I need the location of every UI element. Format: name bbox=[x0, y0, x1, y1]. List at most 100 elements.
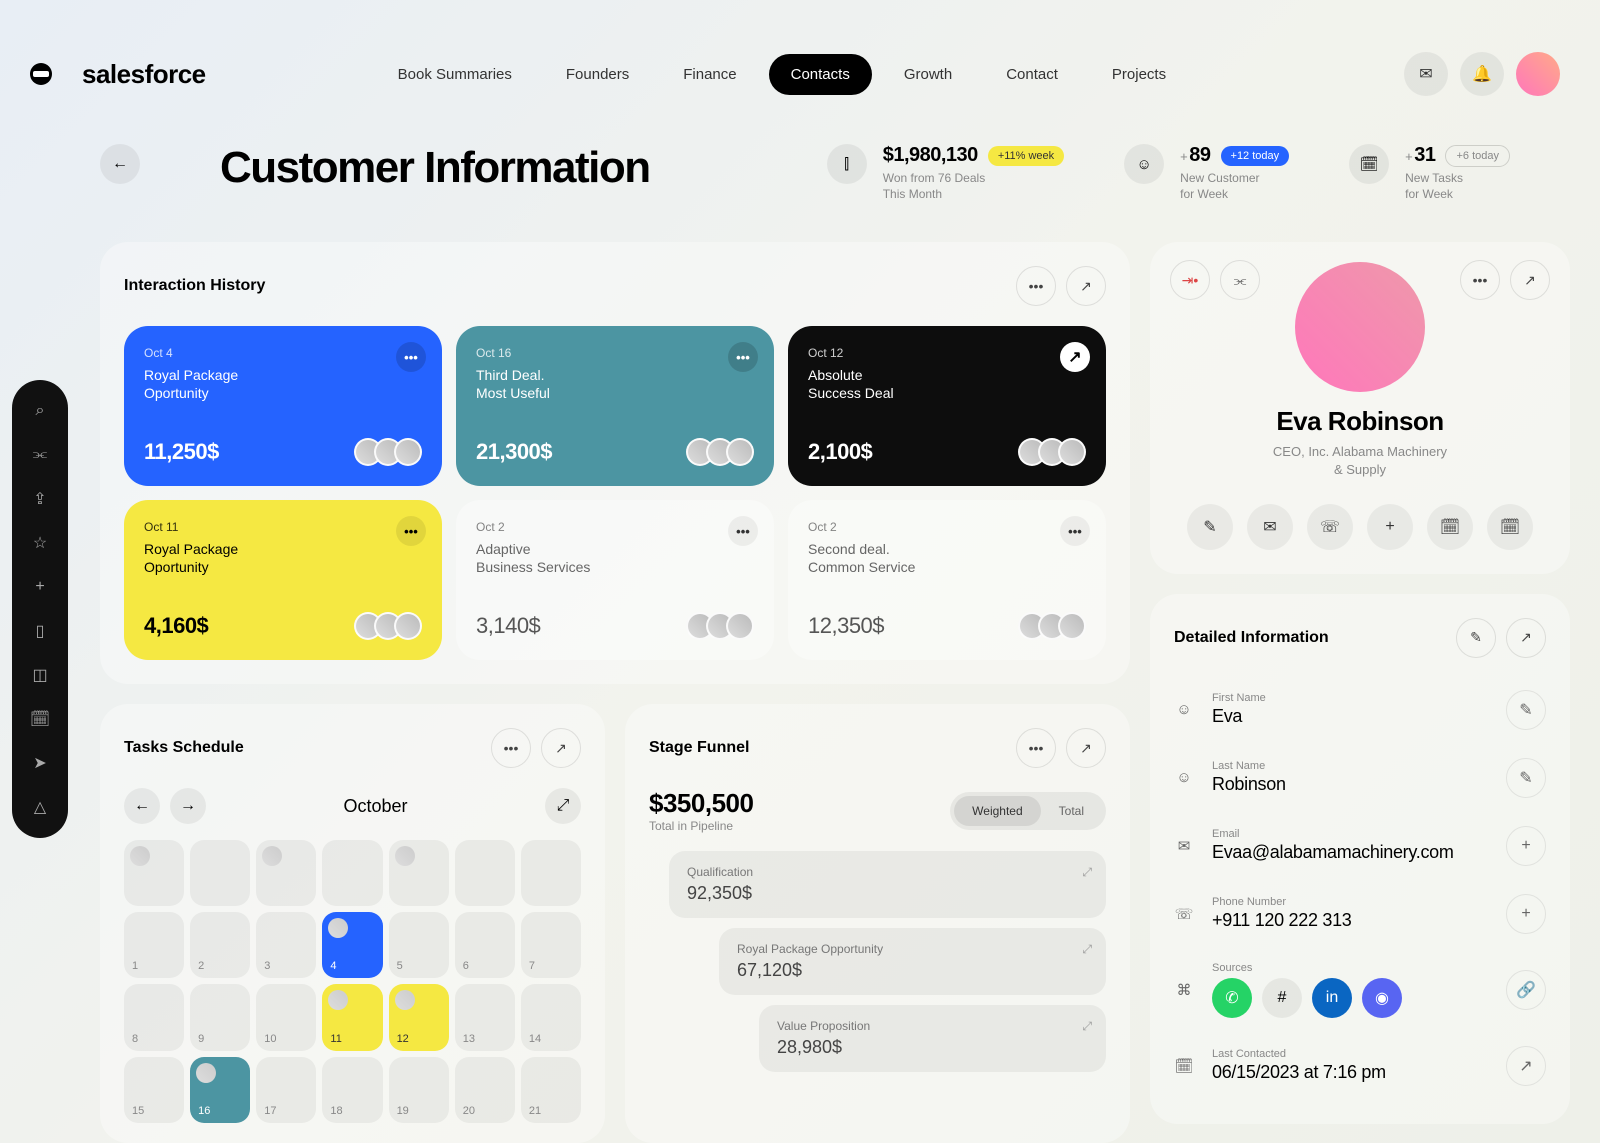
deal-card[interactable]: ••• Oct 2 AdaptiveBusiness Services 3,14… bbox=[456, 500, 774, 660]
deal-card[interactable]: ↗ Oct 12 AbsoluteSuccess Deal 2,100$ bbox=[788, 326, 1106, 486]
calendar-cell[interactable]: 1 bbox=[124, 912, 184, 978]
calendar-cell[interactable]: 21 bbox=[521, 1057, 581, 1123]
send-icon[interactable]: ➤ bbox=[29, 752, 51, 774]
calendar-cell[interactable]: 4 bbox=[322, 912, 382, 978]
calendar-cell[interactable]: 18 bbox=[322, 1057, 382, 1123]
share-icon[interactable]: ⫘ bbox=[29, 444, 51, 466]
calendar-icon[interactable]: 🗓 bbox=[29, 708, 51, 730]
panel-more-button[interactable]: ••• bbox=[491, 728, 531, 768]
discord-icon[interactable]: ◉ bbox=[1362, 978, 1402, 1018]
deal-card[interactable]: ••• Oct 4 Royal PackageOportunity 11,250… bbox=[124, 326, 442, 486]
calendar-cell[interactable]: 8 bbox=[124, 984, 184, 1050]
panel-expand-button[interactable]: ↗ bbox=[1506, 618, 1546, 658]
merge-button[interactable]: ⇥• bbox=[1170, 260, 1210, 300]
calendar-cell[interactable]: 2 bbox=[190, 912, 250, 978]
funnel-item[interactable]: ⤢ Royal Package Opportunity 67,120$ bbox=[719, 928, 1106, 995]
calendar-cell[interactable]: 19 bbox=[389, 1057, 449, 1123]
edit-button[interactable]: ✎ bbox=[1187, 504, 1233, 550]
db-icon[interactable]: ◫ bbox=[29, 664, 51, 686]
schedule-button[interactable]: 🗓 bbox=[1427, 504, 1473, 550]
nav-growth[interactable]: Growth bbox=[882, 54, 974, 95]
flask-icon[interactable]: △ bbox=[29, 796, 51, 818]
share-button[interactable]: ⫘ bbox=[1220, 260, 1260, 300]
deal-people bbox=[1018, 438, 1086, 466]
panel-expand-button[interactable]: ↗ bbox=[1510, 260, 1550, 300]
nav-projects[interactable]: Projects bbox=[1090, 54, 1188, 95]
toggle-weighted[interactable]: Weighted bbox=[954, 796, 1040, 826]
calendar-cell[interactable]: 13 bbox=[455, 984, 515, 1050]
calendar-cell[interactable] bbox=[256, 840, 316, 906]
calendar-cell[interactable]: 11 bbox=[322, 984, 382, 1050]
deal-card[interactable]: ••• Oct 11 Royal PackageOportunity 4,160… bbox=[124, 500, 442, 660]
slack-icon[interactable]: # bbox=[1262, 978, 1302, 1018]
calendar-cell[interactable]: 16 bbox=[190, 1057, 250, 1123]
panel-expand-button[interactable]: ↗ bbox=[1066, 266, 1106, 306]
mail-icon[interactable]: ✉ bbox=[1404, 52, 1448, 96]
calendar-cell[interactable]: 9 bbox=[190, 984, 250, 1050]
detail-action-button[interactable]: 🔗 bbox=[1506, 970, 1546, 1010]
bell-icon[interactable]: 🔔 bbox=[1460, 52, 1504, 96]
expand-icon[interactable]: ⤢ bbox=[1082, 865, 1092, 880]
funnel-item[interactable]: ⤢ Value Proposition 28,980$ bbox=[759, 1005, 1106, 1072]
calendar-cell[interactable] bbox=[389, 840, 449, 906]
search-icon[interactable]: ⌕ bbox=[29, 400, 51, 422]
event-button[interactable]: 🗓 bbox=[1487, 504, 1533, 550]
calendar-cell[interactable]: 10 bbox=[256, 984, 316, 1050]
calendar-cell[interactable] bbox=[124, 840, 184, 906]
funnel-item[interactable]: ⤢ Qualification 92,350$ bbox=[669, 851, 1106, 918]
nav-book-summaries[interactable]: Book Summaries bbox=[376, 54, 534, 95]
calendar-cell[interactable]: 15 bbox=[124, 1057, 184, 1123]
whatsapp-icon[interactable]: ✆ bbox=[1212, 978, 1252, 1018]
calendar-cell[interactable]: 5 bbox=[389, 912, 449, 978]
deal-card[interactable]: ••• Oct 2 Second deal.Common Service 12,… bbox=[788, 500, 1106, 660]
call-button[interactable]: ☏ bbox=[1307, 504, 1353, 550]
back-button[interactable]: ← bbox=[100, 144, 140, 184]
detail-action-button[interactable]: + bbox=[1506, 894, 1546, 934]
deal-title: AdaptiveBusiness Services bbox=[476, 540, 754, 576]
calendar-cell[interactable]: 3 bbox=[256, 912, 316, 978]
stat-badge: +11% week bbox=[988, 146, 1064, 166]
plus-icon[interactable]: + bbox=[29, 576, 51, 598]
current-user-avatar[interactable] bbox=[1516, 52, 1560, 96]
upload-icon[interactable]: ⇪ bbox=[29, 488, 51, 510]
detail-action-button[interactable]: ↗ bbox=[1506, 1046, 1546, 1086]
calendar-cell[interactable]: 17 bbox=[256, 1057, 316, 1123]
prev-month-button[interactable]: ← bbox=[124, 788, 160, 824]
calendar-cell[interactable]: 14 bbox=[521, 984, 581, 1050]
detail-action-button[interactable]: ✎ bbox=[1506, 758, 1546, 798]
panel-more-button[interactable]: ••• bbox=[1016, 728, 1056, 768]
add-button[interactable]: + bbox=[1367, 504, 1413, 550]
linkedin-icon[interactable]: in bbox=[1312, 978, 1352, 1018]
next-month-button[interactable]: → bbox=[170, 788, 206, 824]
expand-icon[interactable]: ⤢ bbox=[1082, 942, 1092, 957]
detail-row: ☏ Phone Number +911 120 222 313 + bbox=[1174, 880, 1546, 948]
calendar-cell[interactable] bbox=[521, 840, 581, 906]
calendar-cell[interactable] bbox=[322, 840, 382, 906]
detail-action-button[interactable]: ✎ bbox=[1506, 690, 1546, 730]
fullscreen-button[interactable]: ⤢ bbox=[545, 788, 581, 824]
funnel-toggle[interactable]: WeightedTotal bbox=[950, 792, 1106, 830]
email-button[interactable]: ✉ bbox=[1247, 504, 1293, 550]
panel-expand-button[interactable]: ↗ bbox=[541, 728, 581, 768]
calendar-cell[interactable] bbox=[455, 840, 515, 906]
calendar-cell[interactable]: 6 bbox=[455, 912, 515, 978]
detail-label: Email bbox=[1212, 828, 1488, 840]
edit-details-button[interactable]: ✎ bbox=[1456, 618, 1496, 658]
nav-contacts[interactable]: Contacts bbox=[769, 54, 872, 95]
panel-more-button[interactable]: ••• bbox=[1016, 266, 1056, 306]
panel-expand-button[interactable]: ↗ bbox=[1066, 728, 1106, 768]
calendar-cell[interactable] bbox=[190, 840, 250, 906]
toggle-total[interactable]: Total bbox=[1041, 796, 1102, 826]
expand-icon[interactable]: ⤢ bbox=[1082, 1019, 1092, 1034]
panel-more-button[interactable]: ••• bbox=[1460, 260, 1500, 300]
deal-card[interactable]: ••• Oct 16 Third Deal.Most Useful 21,300… bbox=[456, 326, 774, 486]
calendar-cell[interactable]: 7 bbox=[521, 912, 581, 978]
calendar-cell[interactable]: 20 bbox=[455, 1057, 515, 1123]
nav-finance[interactable]: Finance bbox=[661, 54, 758, 95]
star-icon[interactable]: ☆ bbox=[29, 532, 51, 554]
nav-contact[interactable]: Contact bbox=[984, 54, 1080, 95]
detail-action-button[interactable]: + bbox=[1506, 826, 1546, 866]
calendar-cell[interactable]: 12 bbox=[389, 984, 449, 1050]
device-icon[interactable]: ▯ bbox=[29, 620, 51, 642]
nav-founders[interactable]: Founders bbox=[544, 54, 651, 95]
